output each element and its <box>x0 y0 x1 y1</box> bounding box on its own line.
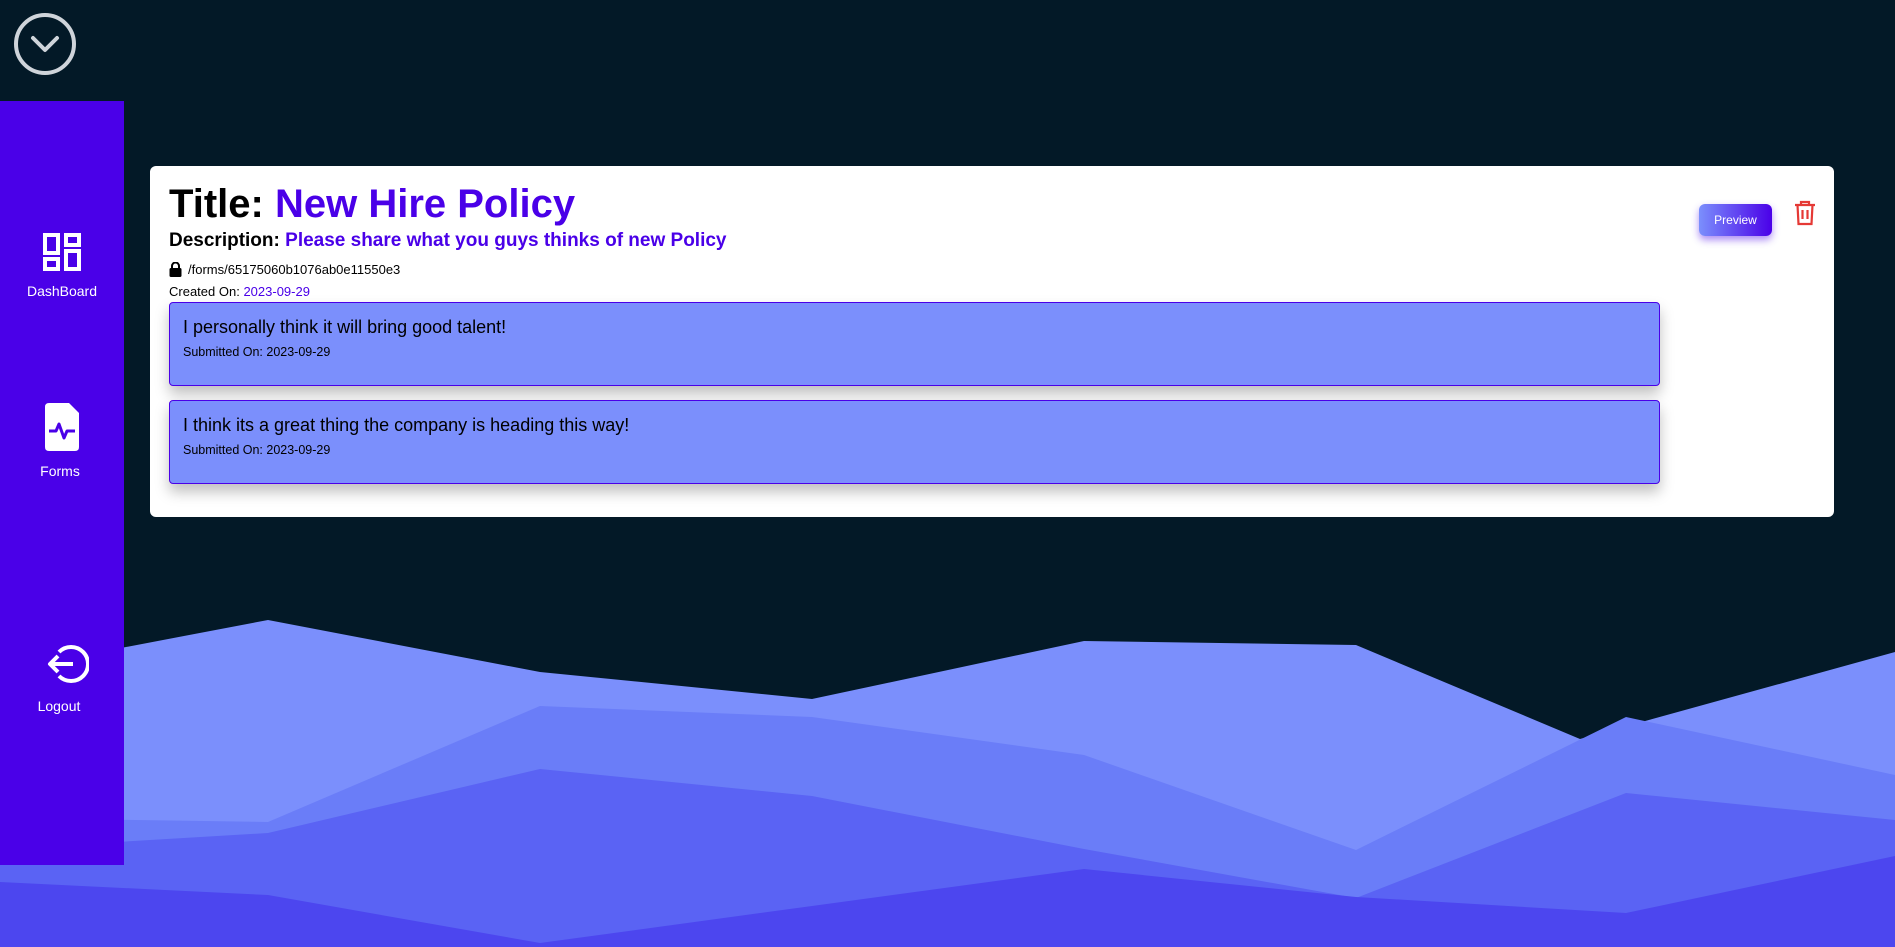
form-path-text[interactable]: /forms/65175060b1076ab0e11550e3 <box>188 262 400 277</box>
title-value: New Hire Policy <box>274 182 576 226</box>
delete-button[interactable] <box>1793 200 1817 226</box>
response-item: I personally think it will bring good ta… <box>169 302 1660 386</box>
description-label: Description: <box>169 230 280 251</box>
description-value: Please share what you guys thinks of new… <box>285 230 727 251</box>
sidebar-item-label: DashBoard <box>26 283 98 299</box>
sidebar-item-logout[interactable]: Logout <box>0 642 124 714</box>
sidebar: DashBoard Forms Logout <box>0 101 124 865</box>
created-date: 2023-09-29 <box>243 284 310 299</box>
sidebar-item-label: Logout <box>37 698 81 714</box>
response-item: I think its a great thing the company is… <box>169 400 1660 484</box>
lock-icon <box>169 262 182 277</box>
created-on: Created On: 2023-09-29 <box>169 284 310 299</box>
title-label: Title: <box>169 182 264 226</box>
form-path: /forms/65175060b1076ab0e11550e3 <box>169 262 400 277</box>
collapse-toggle-button[interactable] <box>14 13 76 75</box>
response-text: I think its a great thing the company is… <box>183 415 630 435</box>
logout-icon <box>48 645 89 683</box>
sidebar-item-forms[interactable]: Forms <box>0 403 124 479</box>
form-description: Description: Please share what you guys … <box>169 230 727 252</box>
preview-button[interactable]: Preview <box>1699 204 1772 236</box>
dashboard-icon <box>43 233 81 271</box>
sidebar-item-label: Forms <box>40 463 80 479</box>
sidebar-item-dashboard[interactable]: DashBoard <box>0 233 124 299</box>
response-text: I personally think it will bring good ta… <box>183 317 507 337</box>
trash-icon <box>1795 200 1815 226</box>
response-submitted-date: Submitted On: 2023-09-29 <box>183 443 331 457</box>
created-label: Created On: <box>169 284 240 299</box>
form-document-icon <box>45 403 79 451</box>
response-submitted-date: Submitted On: 2023-09-29 <box>183 345 331 359</box>
form-card: Title: New Hire Policy Description: Plea… <box>150 166 1834 517</box>
chevron-down-icon <box>31 36 59 52</box>
form-title: Title: New Hire Policy <box>169 182 575 227</box>
